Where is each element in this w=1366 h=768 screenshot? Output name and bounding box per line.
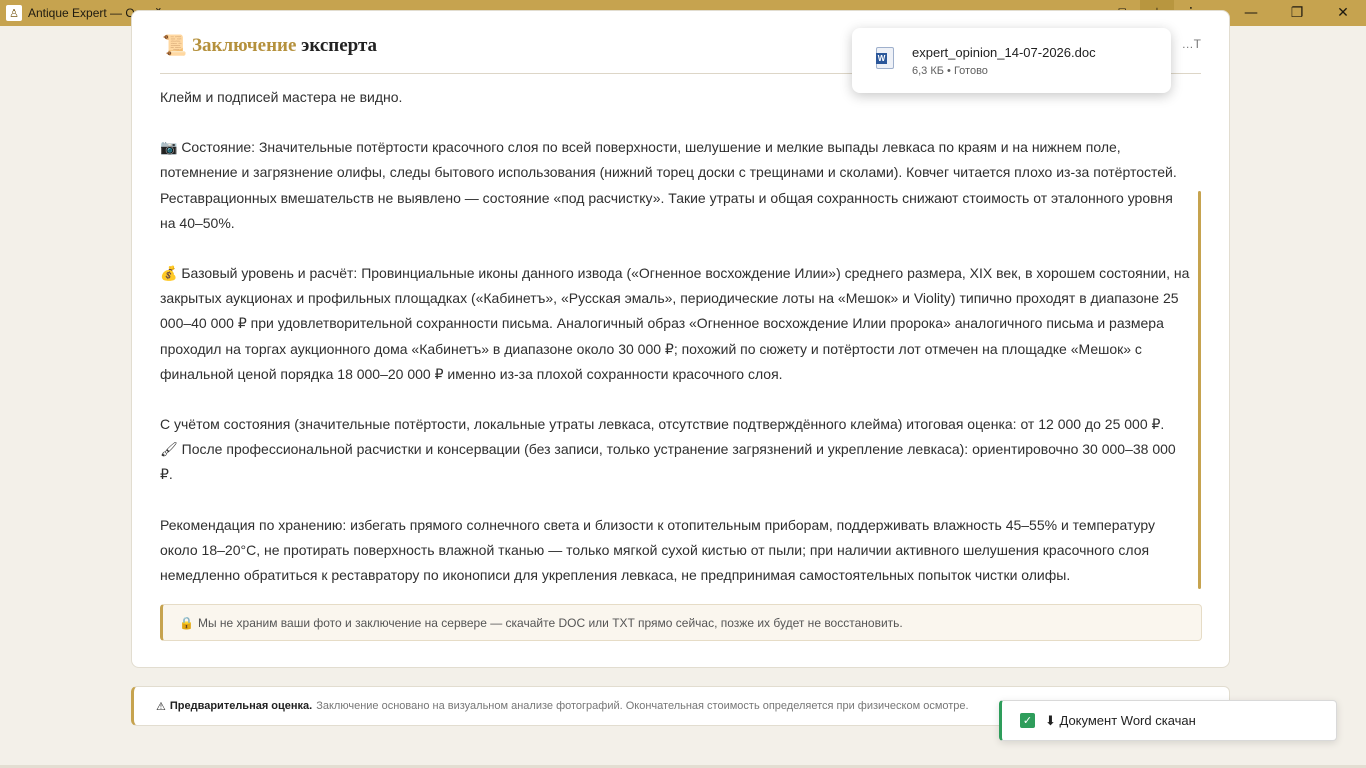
card-title-accent: Заключение	[192, 35, 297, 56]
download-status: 6,3 КБ • Готово	[912, 65, 988, 77]
paragraph-condition: 📷 Состояние: Значительные потёртости кра…	[160, 139, 1177, 231]
minimize-button[interactable]: —	[1228, 0, 1274, 26]
warning-icon: ⚠	[156, 699, 166, 713]
disclaimer-text: Заключение основано на визуальном анализ…	[316, 700, 969, 712]
paragraph-base-level: 💰 Базовый уровень и расчёт: Провинциальн…	[160, 265, 1190, 382]
paragraph-storage: Рекомендация по хранению: избегать прямо…	[160, 516, 1156, 584]
card-title-rest: эксперта	[301, 35, 378, 56]
download-popup[interactable]: W expert_opinion_14-07-2026.doc 6,3 КБ •…	[852, 28, 1171, 93]
download-filename[interactable]: expert_opinion_14-07-2026.doc	[912, 45, 1096, 60]
paragraph-after-restoration: 🖌 После профессиональной расчистки и кон…	[160, 441, 1176, 483]
disclaimer-bold: Предварительная оценка.	[169, 700, 313, 712]
bell-icon: ♙	[6, 5, 22, 21]
word-file-icon: W	[876, 47, 894, 69]
download-actions-hidden[interactable]: …T	[1182, 37, 1201, 51]
toast-text: ⬇ Документ Word скачан	[1045, 712, 1196, 728]
paragraph-final-estimate: С учётом состояния (значительные потёрто…	[160, 416, 1165, 433]
check-icon: ✓	[1020, 713, 1035, 728]
scroll-icon: 📜	[162, 33, 187, 57]
text-scrollbar[interactable]	[1198, 191, 1201, 589]
word-badge: W	[876, 53, 887, 64]
privacy-notice: 🔒 Мы не храним ваши фото и заключение на…	[160, 604, 1202, 641]
privacy-notice-text: Мы не храним ваши фото и заключение на с…	[197, 615, 903, 630]
expert-opinion-card: 📜 Заключение эксперта …T Клейм и подписе…	[131, 10, 1230, 668]
maximize-button[interactable]: ❐	[1274, 0, 1320, 26]
opinion-text: Клейм и подписей мастера не видно. 📷 Сос…	[160, 85, 1190, 588]
download-toast: ✓ ⬇ Документ Word скачан	[999, 700, 1337, 741]
card-title: Заключение эксперта	[192, 35, 377, 57]
close-button[interactable]: ✕	[1320, 0, 1366, 26]
lock-icon: 🔒	[179, 615, 194, 630]
